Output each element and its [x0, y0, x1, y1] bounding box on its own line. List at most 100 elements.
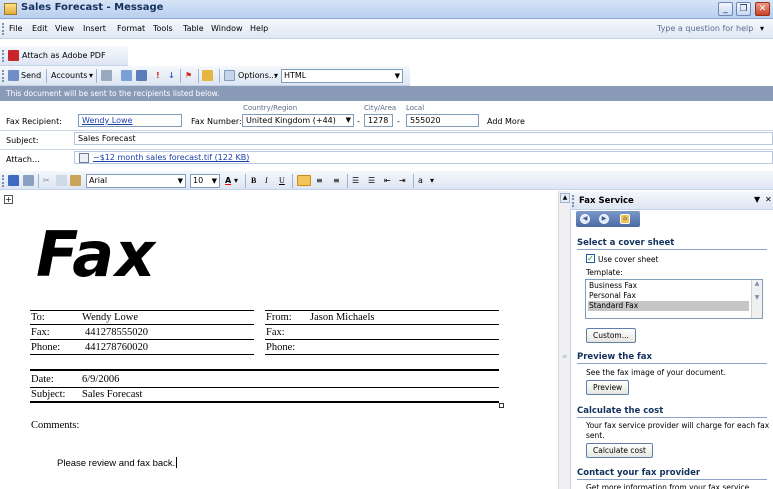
cut-icon[interactable]: ✂ — [43, 176, 50, 185]
bold-icon[interactable]: B — [251, 176, 256, 185]
send-button[interactable]: Send — [21, 71, 41, 80]
paste-icon[interactable] — [70, 175, 81, 186]
menu-window[interactable]: Window — [211, 24, 243, 33]
menu-file[interactable]: File — [9, 24, 22, 33]
options-button[interactable]: Options... — [238, 71, 277, 80]
accounts-button[interactable]: Accounts — [51, 71, 87, 80]
toolbar-grip — [2, 70, 4, 82]
align-center-icon[interactable]: ≡ — [316, 176, 323, 185]
menu-view[interactable]: View — [55, 24, 74, 33]
contact-description: Get more information from your fax servi… — [586, 483, 750, 489]
minimize-button[interactable]: _ — [718, 2, 733, 16]
table-move-handle-icon[interactable]: + — [4, 195, 13, 204]
preview-description: See the fax image of your document. — [586, 368, 726, 377]
menu-help[interactable]: Help — [250, 24, 268, 33]
close-button[interactable]: ✕ — [755, 2, 770, 16]
template-option-standard-fax[interactable]: Standard Fax — [588, 301, 749, 311]
copy-icon[interactable] — [56, 175, 67, 186]
toolbar-separator — [38, 174, 39, 188]
message-body[interactable]: Please review and fax back. — [57, 457, 178, 469]
options-dropdown-icon[interactable]: ▾ — [274, 71, 278, 80]
paperclip-icon[interactable] — [101, 70, 112, 81]
table-resize-handle-icon[interactable] — [499, 403, 504, 408]
tif-file-icon — [79, 153, 89, 163]
help-search-box[interactable]: Type a question for help — [657, 24, 753, 33]
font-name-select[interactable]: Arial ▼ — [86, 174, 186, 188]
template-option-business-fax[interactable]: Business Fax — [588, 281, 749, 291]
increase-indent-icon[interactable]: ⇥ — [399, 176, 406, 185]
toolbar-options-dropdown-icon[interactable]: ▾ — [430, 176, 434, 185]
follow-up-flag-icon[interactable]: ⚑ — [185, 71, 192, 80]
numbering-icon[interactable]: ☰ — [352, 176, 359, 185]
menu-tools[interactable]: Tools — [153, 24, 173, 33]
check-names-icon[interactable] — [136, 70, 147, 81]
bullets-icon[interactable]: ☰ — [368, 176, 375, 185]
date-label: Date: — [31, 374, 54, 385]
menu-edit[interactable]: Edit — [32, 24, 48, 33]
permission-icon[interactable] — [202, 70, 213, 81]
calculate-cost-button[interactable]: Calculate cost — [586, 443, 653, 458]
phone-value: 441278760020 — [85, 342, 148, 353]
decrease-indent-icon[interactable]: ⇤ — [384, 176, 391, 185]
local-number-field[interactable]: 555020 — [406, 114, 479, 127]
dash-separator: - — [357, 117, 360, 126]
city-area-field[interactable]: 1278 — [364, 114, 393, 127]
menu-table[interactable]: Table — [183, 24, 204, 33]
template-label: Template: — [586, 268, 623, 277]
address-book-icon[interactable] — [121, 70, 132, 81]
home-icon[interactable]: ⌂ — [620, 214, 630, 224]
template-listbox[interactable]: Business Fax Personal Fax Standard Fax ▲… — [585, 279, 763, 319]
styles-icon[interactable]: a — [418, 176, 423, 185]
template-list-scrollbar[interactable]: ▲ ▼ — [751, 280, 762, 318]
help-dropdown-arrow-icon[interactable]: ▾ — [760, 24, 764, 33]
subject-label-doc: Subject: — [31, 389, 66, 400]
use-cover-sheet-checkbox[interactable]: ✓ — [586, 254, 595, 263]
back-arrow-icon[interactable]: ◀ — [580, 214, 590, 224]
cost-description-line-1: Your fax service provider will charge fo… — [586, 421, 770, 430]
header-divider — [0, 130, 773, 131]
toolbar-grip — [2, 175, 4, 187]
country-region-select[interactable]: United Kingdom (+44) ▼ — [242, 114, 354, 127]
to-label: To: — [31, 312, 45, 323]
custom-button[interactable]: Custom... — [586, 328, 636, 343]
add-more-button[interactable]: Add More — [487, 117, 525, 126]
low-importance-icon[interactable]: ↓ — [168, 71, 175, 80]
high-importance-icon[interactable]: ! — [156, 71, 160, 80]
message-format-select[interactable]: HTML ▼ — [281, 69, 403, 83]
subject-field[interactable]: Sales Forecast — [74, 132, 773, 145]
pane-grip — [572, 195, 574, 207]
font-size-value: 10 — [193, 176, 204, 185]
font-color-dropdown-icon[interactable]: ▾ — [234, 176, 238, 185]
city-area-label: City/Area — [364, 104, 397, 112]
document-scrollbar[interactable]: ▲ ≡ — [558, 191, 570, 489]
accounts-dropdown-icon[interactable]: ▾ — [89, 71, 93, 80]
underline-icon[interactable]: U — [279, 176, 285, 185]
template-option-personal-fax[interactable]: Personal Fax — [588, 291, 749, 301]
pane-close-icon[interactable]: ✕ — [765, 195, 772, 204]
print-icon[interactable] — [23, 175, 34, 186]
phone-label: Phone: — [31, 342, 61, 353]
font-color-icon[interactable]: A — [225, 176, 231, 185]
save-icon[interactable] — [8, 175, 19, 186]
attachment-field[interactable]: ~$12 month sales forecast.tif (122 KB) — [74, 151, 773, 164]
calculate-cost-heading: Calculate the cost — [577, 406, 664, 416]
attach-as-pdf-button[interactable]: Attach as Adobe PDF — [22, 51, 106, 60]
restore-button[interactable]: ❐ — [736, 2, 751, 16]
align-right-icon[interactable]: ≡ — [333, 176, 340, 185]
chevron-down-icon: ▼ — [394, 72, 400, 80]
header-divider — [0, 149, 773, 150]
attach-button[interactable]: Attach... — [6, 155, 40, 164]
pane-menu-dropdown-icon[interactable]: ▼ — [754, 195, 760, 204]
align-left-icon[interactable] — [297, 175, 311, 186]
preview-button[interactable]: Preview — [586, 380, 630, 395]
italic-icon[interactable]: I — [265, 176, 268, 185]
from-fax-label: Fax: — [266, 327, 285, 338]
forward-arrow-icon[interactable]: ▶ — [599, 214, 609, 224]
scroll-up-arrow-icon[interactable]: ▲ — [560, 193, 570, 203]
menu-insert[interactable]: Insert — [83, 24, 106, 33]
fax-recipient-field[interactable]: Wendy Lowe — [78, 114, 182, 127]
font-size-select[interactable]: 10 ▼ — [190, 174, 220, 188]
local-label: Local — [406, 104, 425, 112]
menu-grip — [2, 23, 4, 35]
menu-format[interactable]: Format — [117, 24, 145, 33]
